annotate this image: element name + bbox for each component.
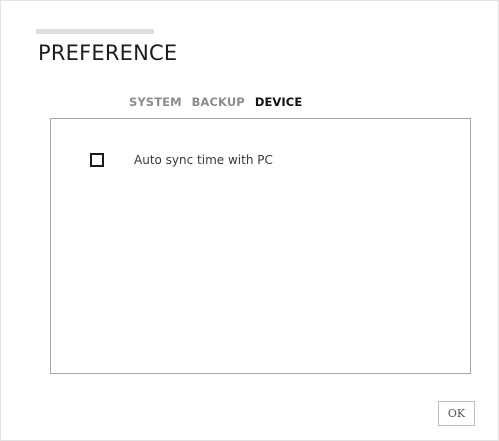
tab-system[interactable]: SYSTEM	[129, 95, 182, 109]
dialog-title: PREFERENCE	[38, 41, 178, 65]
auto-sync-checkbox[interactable]	[90, 153, 104, 167]
auto-sync-option[interactable]: Auto sync time with PC	[90, 153, 273, 167]
preference-dialog: PREFERENCE SYSTEM BACKUP DEVICE Auto syn…	[0, 0, 499, 441]
tab-bar: SYSTEM BACKUP DEVICE	[129, 95, 302, 109]
tab-backup[interactable]: BACKUP	[192, 95, 245, 109]
title-accent-bar	[36, 29, 154, 34]
device-settings-panel: Auto sync time with PC	[50, 118, 471, 374]
auto-sync-label: Auto sync time with PC	[134, 153, 273, 167]
tab-device[interactable]: DEVICE	[255, 95, 302, 109]
ok-button[interactable]: OK	[438, 401, 475, 426]
